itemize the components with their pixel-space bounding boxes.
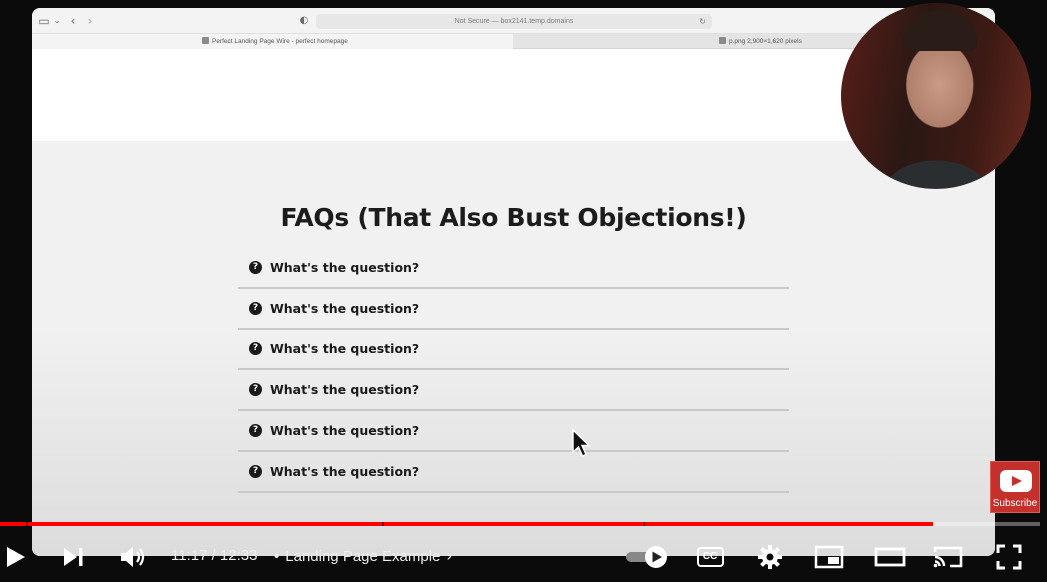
faq-question: What's the question? bbox=[270, 259, 420, 275]
reload-icon: ↻ bbox=[699, 17, 706, 26]
next-icon bbox=[64, 548, 83, 566]
forward-icon: › bbox=[87, 14, 93, 28]
privacy-shield-icon: ◐ bbox=[299, 15, 309, 26]
faq-title: FAQs (That Also Bust Objections!) bbox=[280, 203, 747, 232]
gear-icon bbox=[758, 545, 782, 569]
miniplayer-icon bbox=[814, 545, 844, 569]
chapter-label: Landing Page Example bbox=[285, 548, 441, 565]
tab-label: Perfect Landing Page Wire - perfect home… bbox=[212, 38, 348, 45]
tab-landing-page: Perfect Landing Page Wire - perfect home… bbox=[32, 34, 513, 49]
volume-button[interactable] bbox=[116, 540, 150, 574]
question-circle-icon: ? bbox=[249, 424, 262, 438]
fullscreen-icon bbox=[996, 544, 1022, 570]
volume-icon bbox=[121, 547, 145, 567]
mouse-cursor-icon bbox=[572, 428, 591, 457]
faq-section: FAQs (That Also Bust Objections!) ? What'… bbox=[32, 141, 995, 556]
chapter-title[interactable]: • Landing Page Example › bbox=[274, 547, 452, 565]
browser-toolbar: ▭ ⌄ ‹ › ◐ Not Secure — box2141.temp.doma… bbox=[32, 8, 995, 34]
question-circle-icon: ? bbox=[249, 301, 262, 315]
chapter-marker bbox=[381, 522, 384, 526]
back-icon: ‹ bbox=[70, 14, 76, 28]
subscribe-button[interactable]: Subscribe bbox=[990, 461, 1040, 513]
theater-mode-button[interactable] bbox=[872, 540, 908, 574]
chapter-separator: • bbox=[274, 548, 280, 565]
presenter-hair bbox=[903, 11, 977, 51]
presenter-webcam bbox=[841, 3, 1031, 189]
faq-item[interactable]: ? What's the question? bbox=[238, 370, 789, 412]
faq-item[interactable]: ? What's the question? bbox=[238, 452, 789, 493]
settings-button[interactable] bbox=[754, 540, 786, 574]
question-circle-icon: ? bbox=[249, 342, 262, 356]
time-display: 11:17 / 12:33 bbox=[171, 547, 258, 564]
favicon-icon bbox=[719, 37, 726, 44]
autoplay-icon bbox=[626, 546, 667, 568]
miniplayer-button[interactable] bbox=[812, 540, 846, 574]
favicon-icon bbox=[202, 37, 209, 44]
next-button[interactable] bbox=[58, 540, 88, 574]
theater-icon bbox=[874, 547, 906, 567]
faq-question: What's the question? bbox=[270, 341, 420, 357]
progress-played bbox=[0, 522, 933, 526]
progress-bar[interactable] bbox=[0, 522, 1040, 526]
faq-item[interactable]: ? What's the question? bbox=[238, 330, 789, 371]
play-button[interactable] bbox=[0, 540, 30, 574]
tab-strip: Perfect Landing Page Wire - perfect home… bbox=[32, 34, 995, 49]
faq-question: What's the question? bbox=[270, 423, 420, 439]
faq-question: What's the question? bbox=[270, 300, 420, 316]
chapter-marker bbox=[26, 522, 28, 526]
chevron-down-icon: ⌄ bbox=[53, 16, 61, 25]
address-text: Not Secure — box2141.temp.domains bbox=[454, 18, 574, 25]
captions-icon: CC bbox=[696, 547, 724, 567]
fullscreen-button[interactable] bbox=[992, 540, 1026, 574]
faq-item[interactable]: ? What's the question? bbox=[238, 411, 789, 452]
question-circle-icon: ? bbox=[249, 260, 262, 274]
address-bar: Not Secure — box2141.temp.domains ↻ bbox=[316, 14, 712, 29]
subtitles-button[interactable]: CC bbox=[694, 540, 726, 574]
faq-item[interactable]: ? What's the question? bbox=[238, 248, 789, 289]
cast-button[interactable] bbox=[930, 540, 966, 574]
faq-item[interactable]: ? What's the question? bbox=[238, 289, 789, 330]
subscribe-label: Subscribe bbox=[992, 498, 1038, 509]
play-icon bbox=[7, 547, 25, 567]
tab-label: p.png 2,900×1,620 pixels bbox=[729, 38, 802, 45]
faq-question: What's the question? bbox=[270, 382, 420, 398]
faq-question: What's the question? bbox=[270, 463, 420, 479]
youtube-logo-icon bbox=[1000, 470, 1032, 492]
question-circle-icon: ? bbox=[249, 464, 262, 478]
question-circle-icon: ? bbox=[249, 383, 262, 397]
cast-icon bbox=[933, 546, 963, 568]
autoplay-toggle[interactable] bbox=[622, 540, 670, 574]
faq-list: ? What's the question?? What's the questio… bbox=[238, 248, 789, 493]
chevron-right-icon: › bbox=[446, 547, 453, 565]
chapter-marker bbox=[642, 522, 645, 526]
